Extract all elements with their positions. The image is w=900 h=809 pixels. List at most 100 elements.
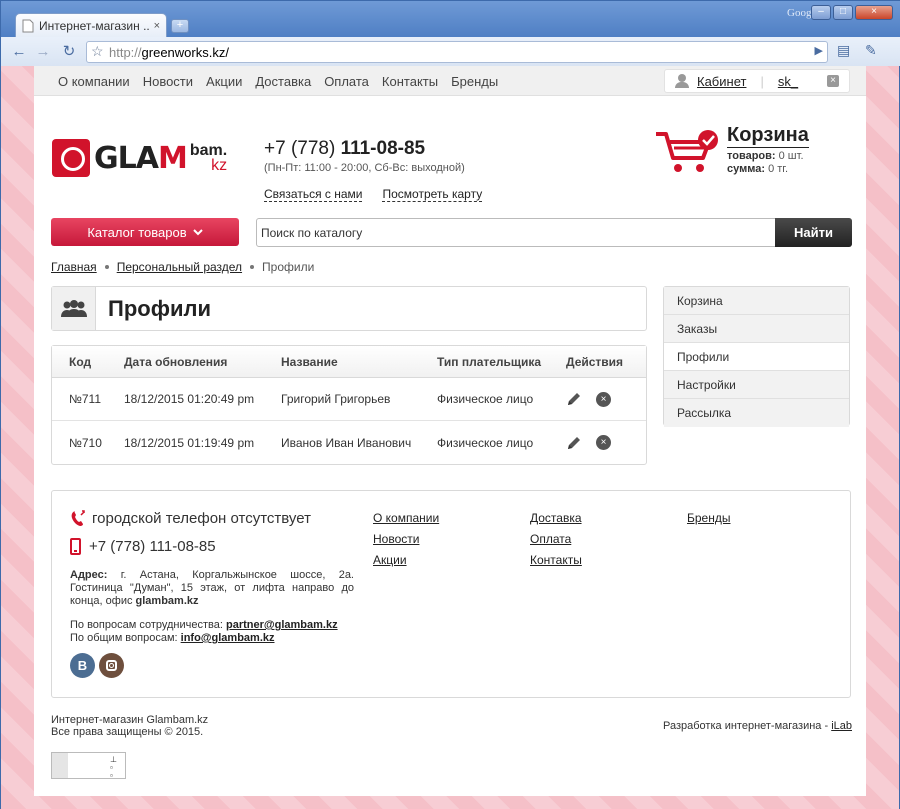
edit-icon[interactable] [566, 435, 582, 451]
back-icon[interactable]: ← [9, 42, 29, 62]
copyright: Интернет-магазин Glambam.kz Все права за… [51, 714, 209, 738]
reload-icon[interactable]: ↻ [59, 42, 79, 62]
webpage: О компании Новости Акции Доставка Оплата… [34, 66, 866, 796]
go-icon[interactable]: ▶ [815, 44, 823, 57]
view-map-link[interactable]: Посмотреть карту [382, 187, 483, 202]
header-phone: +7 (778) 111-08-85 [264, 138, 426, 159]
contact-emails: По вопросам сотрудничества: partner@glam… [70, 619, 338, 644]
top-nav-links: О компании Новости Акции Доставка Оплата… [58, 74, 498, 89]
cell-actions: × [566, 391, 611, 407]
forward-icon[interactable]: → [33, 42, 53, 62]
sidebar-item-newsletter[interactable]: Рассылка [664, 399, 849, 427]
footer-link-delivery[interactable]: Доставка [530, 508, 582, 529]
url-host: greenworks.kz/ [141, 44, 229, 60]
cell-code: №711 [69, 392, 102, 406]
search-box: Поиск по каталогу Найти [256, 218, 852, 247]
footer-link-news[interactable]: Новости [373, 529, 439, 550]
sidebar-item-settings[interactable]: Настройки [664, 371, 849, 399]
divider: | [760, 73, 764, 89]
new-tab-button[interactable]: + [171, 19, 189, 33]
cabinet-link[interactable]: Кабинет [697, 74, 746, 89]
logo-sub: bam. kz [189, 142, 228, 174]
col-name: Название [281, 354, 338, 369]
account-sidebar: Корзина Заказы Профили Настройки Рассылк… [663, 286, 850, 427]
close-window-button[interactable]: × [855, 5, 893, 20]
col-type: Тип плательщика [437, 354, 542, 369]
window-controls: – □ × [811, 5, 893, 20]
page-menu-icon[interactable]: ▤ [837, 42, 850, 59]
nav-link-promos[interactable]: Акции [206, 74, 242, 89]
header-links: Связаться с нами Посмотреть карту [264, 187, 483, 202]
wrench-icon[interactable]: ✎ [865, 42, 877, 59]
mobile-icon [70, 538, 81, 555]
instagram-icon[interactable] [99, 653, 124, 678]
nav-link-news[interactable]: Новости [143, 74, 193, 89]
nav-link-payment[interactable]: Оплата [324, 74, 369, 89]
visit-counter-badge[interactable]: ⊥ ▫ ▫ [51, 752, 126, 780]
logout-icon[interactable]: × [827, 75, 839, 87]
footer-link-promos[interactable]: Акции [373, 550, 439, 571]
vk-icon[interactable]: B [70, 653, 95, 678]
footer: городской телефон отсутствует +7 (778) 1… [51, 490, 851, 698]
browser-tab[interactable]: Интернет-магазин ... × [15, 13, 167, 37]
logo-mark-icon [52, 139, 90, 177]
cell-code: №710 [69, 435, 102, 450]
footer-link-contacts[interactable]: Контакты [530, 550, 582, 571]
cell-date: 18/12/2015 01:19:49 pm [124, 435, 255, 450]
maximize-button[interactable]: □ [833, 5, 853, 20]
cart-title[interactable]: Корзина [727, 124, 809, 148]
chevron-down-icon [192, 228, 203, 235]
users-icon [52, 287, 96, 330]
user-icon [675, 74, 689, 88]
nav-link-contacts[interactable]: Контакты [382, 74, 438, 89]
logo-text: GLAM [94, 140, 188, 176]
nav-link-delivery[interactable]: Доставка [255, 74, 311, 89]
footer-link-brands[interactable]: Бренды [687, 508, 730, 529]
table-row: №711 18/12/2015 01:20:49 pm Григорий Гри… [52, 378, 646, 421]
sidebar-item-profiles[interactable]: Профили [664, 343, 849, 371]
bookmark-star-icon[interactable]: ☆ [91, 43, 104, 60]
partner-email-link[interactable]: partner@glambam.kz [226, 619, 338, 631]
delete-icon[interactable]: × [596, 391, 611, 407]
profiles-table: Код Дата обновления Название Тип платель… [51, 345, 647, 465]
breadcrumb: Главная Персональный раздел Профили [51, 260, 314, 274]
catalog-button[interactable]: Каталог товаров [51, 218, 239, 246]
footer-link-payment[interactable]: Оплата [530, 529, 582, 550]
breadcrumb-section[interactable]: Персональный раздел [117, 260, 242, 274]
col-date: Дата обновления [124, 354, 228, 369]
contact-us-link[interactable]: Связаться с нами [264, 187, 363, 202]
address-bar[interactable]: ☆ http://greenworks.kz/ ▶ [86, 41, 828, 63]
breadcrumb-home[interactable]: Главная [51, 260, 97, 274]
site-logo[interactable]: GLAM bam. kz [52, 138, 248, 178]
developer-link[interactable]: iLab [831, 720, 852, 732]
catalog-label: Каталог товаров [87, 224, 187, 240]
cell-name: Иванов Иван Иванович [281, 435, 412, 450]
sidebar-item-orders[interactable]: Заказы [664, 315, 849, 343]
footer-col-1: О компании Новости Акции [373, 508, 439, 571]
delete-icon[interactable]: × [596, 435, 611, 450]
table-header: Код Дата обновления Название Тип платель… [52, 346, 646, 378]
info-email-link[interactable]: info@glambam.kz [181, 632, 275, 644]
user-panel: Кабинет | sk_ × [664, 69, 850, 93]
edit-icon[interactable] [566, 391, 582, 407]
footer-link-about[interactable]: О компании [373, 508, 439, 529]
cell-date: 18/12/2015 01:20:49 pm [124, 392, 255, 406]
nav-link-brands[interactable]: Бренды [451, 74, 498, 89]
minimize-button[interactable]: – [811, 5, 831, 20]
cart-icon[interactable] [654, 128, 720, 176]
col-actions: Действия [566, 354, 624, 369]
cell-actions: × [566, 435, 611, 451]
user-name-link[interactable]: sk_ [778, 74, 798, 89]
search-button[interactable]: Найти [775, 218, 852, 247]
counter-bar-icon [52, 753, 68, 778]
footer-col-3: Бренды [687, 508, 730, 529]
sidebar-item-cart[interactable]: Корзина [664, 287, 849, 315]
cell-name: Григорий Григорьев [281, 392, 391, 406]
search-input[interactable]: Поиск по каталогу [261, 226, 362, 240]
breadcrumb-current: Профили [262, 260, 315, 274]
tab-close-icon[interactable]: × [154, 20, 160, 32]
nav-link-about[interactable]: О компании [58, 74, 130, 89]
top-nav: О компании Новости Акции Доставка Оплата… [34, 66, 866, 96]
footer-col-2: Доставка Оплата Контакты [530, 508, 582, 571]
phone-icon [71, 510, 85, 526]
